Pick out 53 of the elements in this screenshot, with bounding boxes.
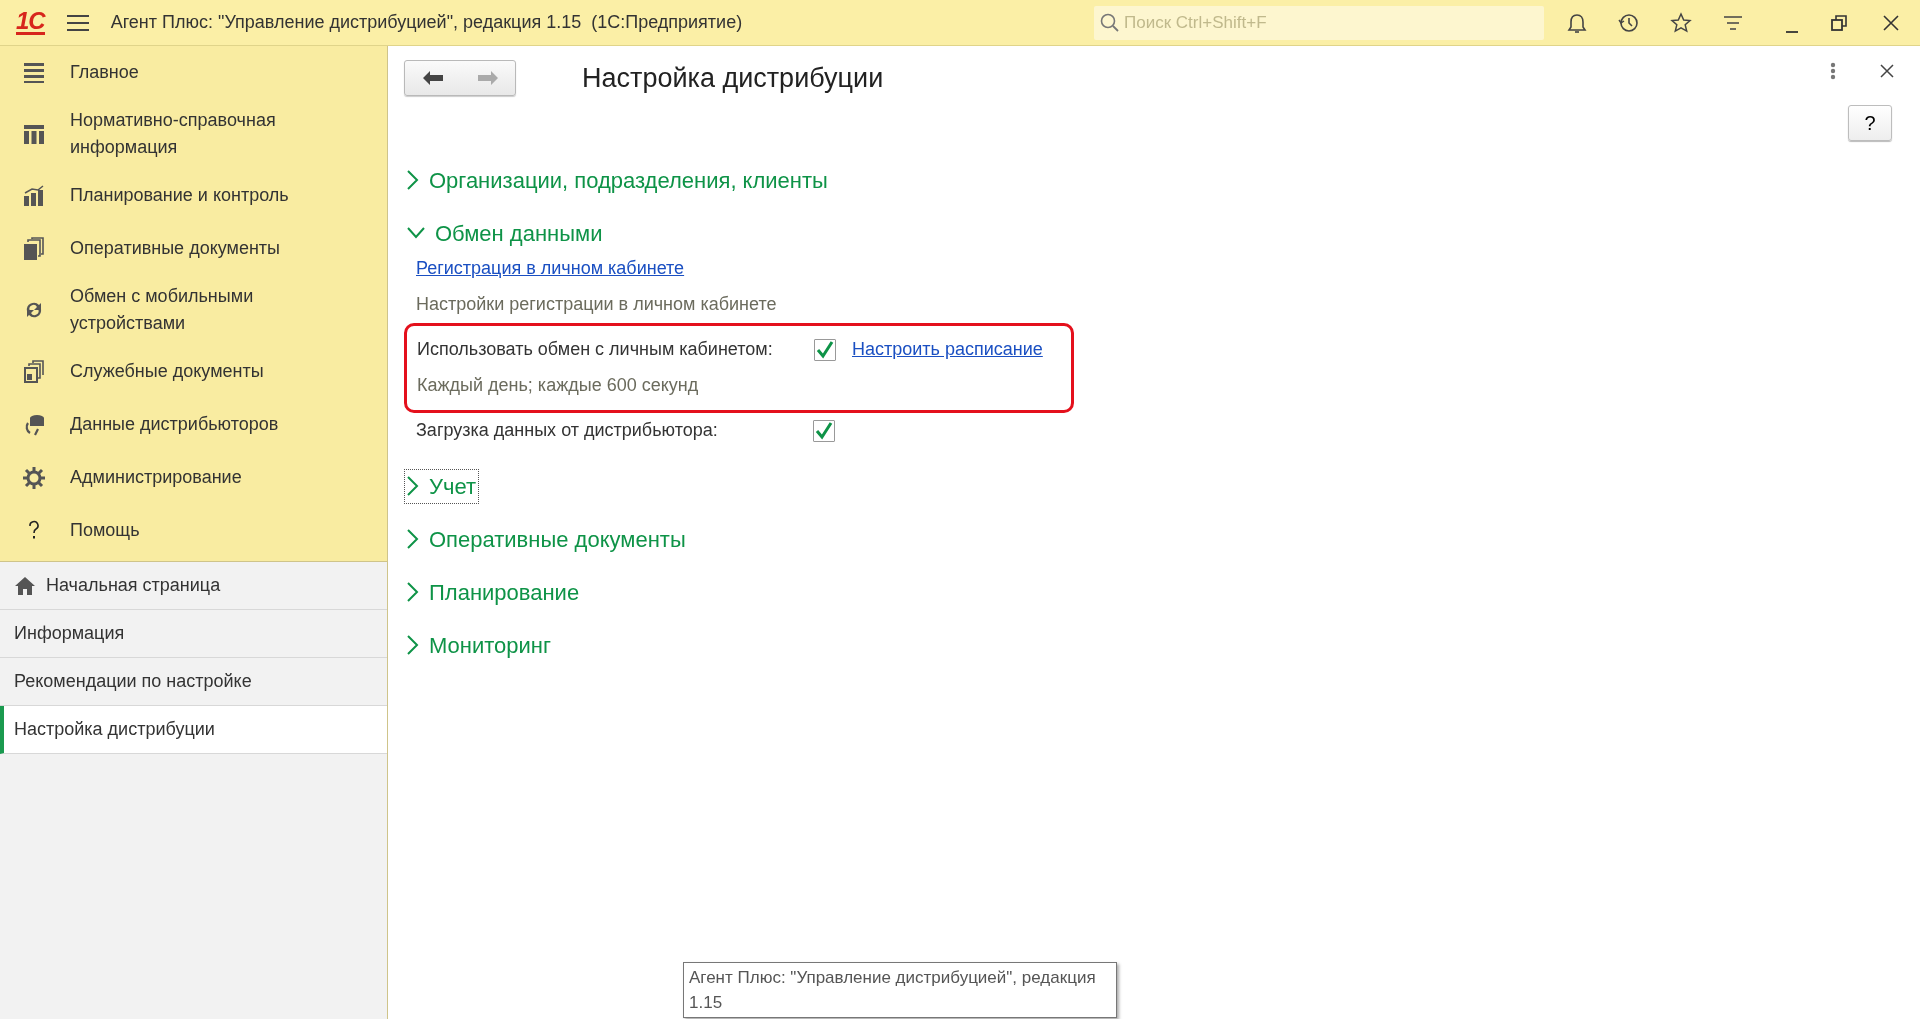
section-header[interactable]: Учет xyxy=(404,468,480,504)
sidebar-section[interactable]: Главное xyxy=(0,46,387,99)
home-icon xyxy=(14,575,36,596)
gear-icon xyxy=(22,465,46,490)
section-header[interactable]: Планирование xyxy=(404,574,583,610)
checkbox[interactable] xyxy=(813,419,835,442)
chevron-right-icon xyxy=(407,476,419,496)
note-text: Настройки регистрации в личном кабинете xyxy=(416,293,777,316)
sidebar-section[interactable]: Помощь xyxy=(0,504,387,557)
sidebar-section[interactable]: Администрирование xyxy=(0,451,387,504)
section-header[interactable]: Обмен данными xyxy=(404,215,606,251)
bell-icon xyxy=(1566,11,1588,34)
list-icon xyxy=(22,60,46,85)
search-field[interactable]: Поиск Ctrl+Shift+F xyxy=(1094,5,1544,40)
bar-chart-icon xyxy=(22,183,46,208)
chevron-right-icon xyxy=(407,635,419,655)
sidebar-section[interactable]: Служебные документы xyxy=(0,345,387,398)
registration-link[interactable]: Регистрация в личном кабинете xyxy=(416,255,685,282)
sidebar-section[interactable]: Планирование и контроль xyxy=(0,169,387,222)
sidebar-section[interactable]: Нормативно-справочная информация xyxy=(0,99,387,169)
chevron-down-icon xyxy=(407,227,425,239)
open-window-tab[interactable]: Настройка дистрибуции xyxy=(0,706,387,754)
window-title: Агент Плюс: "Управление дистрибуцией", редакция 1.15 (1С:Предприятие) xyxy=(110,11,744,34)
logo: 1С xyxy=(16,10,45,35)
checkbox[interactable] xyxy=(814,338,836,361)
close-icon xyxy=(1880,64,1894,78)
chevron-right-icon xyxy=(407,170,419,190)
menu-icon xyxy=(66,13,89,32)
minimize-icon xyxy=(1786,31,1798,33)
sidebar-section[interactable]: Обмен с мобильными устройствами xyxy=(0,275,387,345)
section-header[interactable]: Организации, подразделения, клиенты xyxy=(404,162,831,198)
documents-icon xyxy=(22,236,46,261)
arrow-right-icon xyxy=(476,70,499,87)
search-icon xyxy=(1100,12,1120,33)
tooltip: Агент Плюс: "Управление дистрибуцией", редакция 1.15 xyxy=(683,962,1117,1018)
form-title: Настройка дистрибуции xyxy=(582,62,884,95)
section-header[interactable]: Мониторинг xyxy=(404,627,554,663)
section-header[interactable]: Оперативные документы xyxy=(404,521,689,557)
help-button[interactable]: ? xyxy=(1848,104,1892,141)
more-icon xyxy=(1830,62,1836,80)
schedule-link[interactable]: Настроить расписание xyxy=(852,336,1043,363)
sidebar-section[interactable]: Оперативные документы xyxy=(0,222,387,275)
sidebar-section[interactable]: Данные дистрибьюторов xyxy=(0,398,387,451)
arrow-left-icon xyxy=(421,70,444,87)
chevron-right-icon xyxy=(407,529,419,549)
star-icon xyxy=(1670,11,1692,34)
checkbox-label: Загрузка данных от дистрибьютора: xyxy=(416,419,719,442)
checkbox-label: Использовать обмен с личным кабинетом: xyxy=(417,338,774,361)
history-icon xyxy=(1618,11,1640,34)
note-text: Каждый день; каждые 600 секунд xyxy=(417,374,699,397)
copies-icon xyxy=(22,359,46,384)
chevron-right-icon xyxy=(407,582,419,602)
columns-icon xyxy=(22,122,46,146)
